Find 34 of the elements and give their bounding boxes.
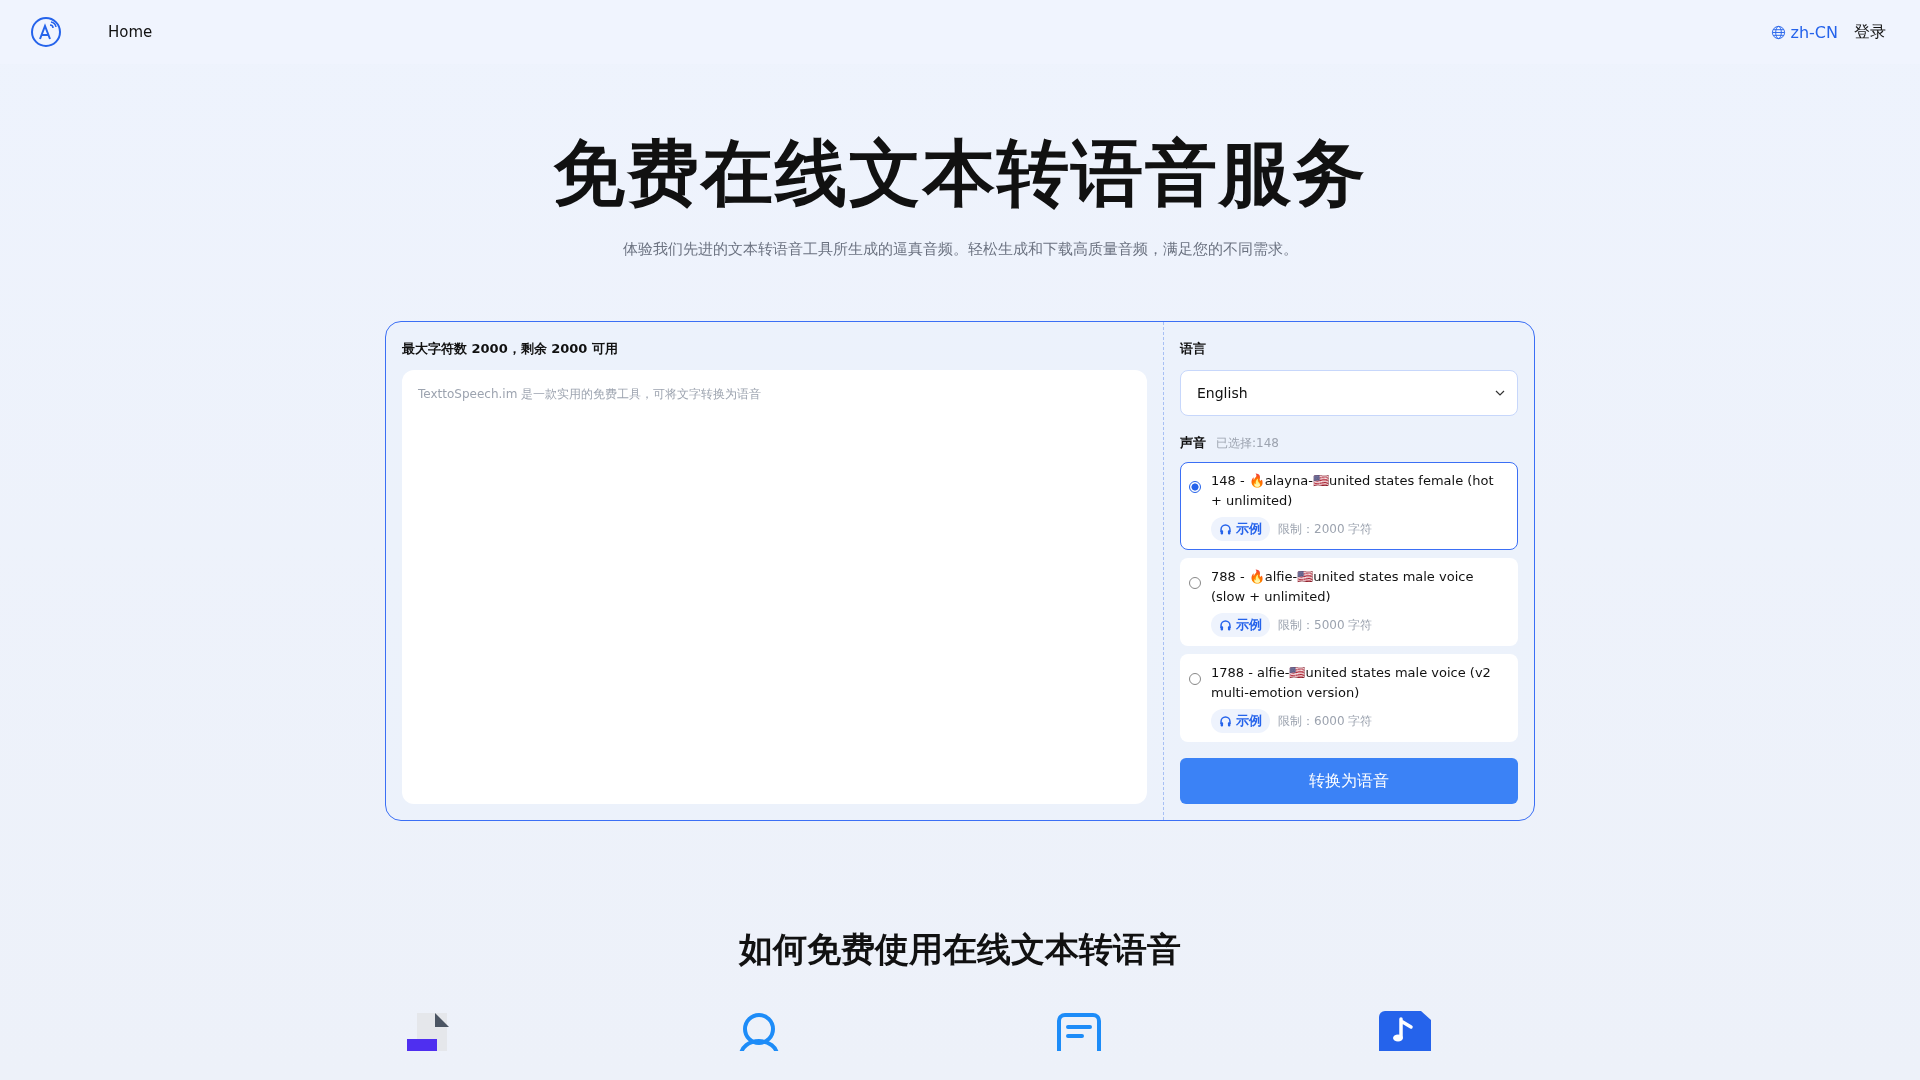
voice-option[interactable]: 1788 - alfie-🇺🇸united states male voice (v2 multi-emotion version) 示例 限制：6000 字符 xyxy=(1180,654,1518,742)
logo-icon[interactable] xyxy=(30,16,62,48)
character-limit: 限制：5000 字符 xyxy=(1278,616,1373,634)
sample-button[interactable]: 示例 xyxy=(1211,517,1270,541)
selected-voice: 已选择:148 xyxy=(1216,435,1279,452)
hero-subtitle: 体验我们先进的文本转语音工具所生成的逼真音频。轻松生成和下载高质量音频，满足您的不同需求。 xyxy=(622,240,1298,259)
radio-button[interactable] xyxy=(1189,481,1201,493)
headphones-icon xyxy=(1219,522,1232,536)
voice-name: 148 - 🔥alayna-🇺🇸united states female (hot + unlimited) xyxy=(1211,472,1495,510)
voice-name: 788 - 🔥alfie-🇺🇸united states male voice (slow + unlimited) xyxy=(1211,568,1475,606)
convert-button[interactable]: 转换为语音 xyxy=(1180,758,1518,804)
globe-icon xyxy=(1770,24,1786,40)
headphones-icon xyxy=(1219,618,1232,632)
language-link[interactable]: zh-CN xyxy=(1790,22,1838,42)
radio-button[interactable] xyxy=(1189,673,1201,685)
home-link[interactable]: Home xyxy=(108,23,153,41)
chevron-down-icon xyxy=(1495,390,1505,396)
voice-option[interactable]: 788 - 🔥alfie-🇺🇸united states male voice (slow + unlimited) 示例 限制：5000 字符 xyxy=(1180,558,1518,646)
character-limit: 限制：6000 字符 xyxy=(1278,712,1373,730)
language-select[interactable]: English xyxy=(1180,370,1518,416)
language-label: 语言 xyxy=(1180,340,1207,358)
sample-button[interactable]: 示例 xyxy=(1211,613,1270,637)
login-link[interactable]: 登录 xyxy=(1854,21,1886,43)
voice-name: 1788 - alfie-🇺🇸united states male voice (v2 multi-emotion version) xyxy=(1211,664,1492,702)
character-limit: 限制：2000 字符 xyxy=(1278,520,1373,538)
text-input[interactable]: TexttoSpeech.im 是一款实用的免费工具，可将文字转换为语音 xyxy=(402,370,1147,804)
headphones-icon xyxy=(1219,714,1232,728)
voice-label: 声音 xyxy=(1180,434,1206,452)
sample-button[interactable]: 示例 xyxy=(1211,709,1270,733)
section-title: 如何免费使用在线文本转语音 xyxy=(739,928,1181,971)
hero-title: 免费在线文本转语音服务 xyxy=(553,130,1367,217)
character-limit: 最大字符数 2000，剩余 2000 可用 xyxy=(402,340,619,358)
radio-button[interactable] xyxy=(1189,577,1201,589)
voice-option[interactable]: 148 - 🔥alayna-🇺🇸united states female (hot + unlimited) 示例 限制：2000 字符 xyxy=(1180,462,1518,550)
